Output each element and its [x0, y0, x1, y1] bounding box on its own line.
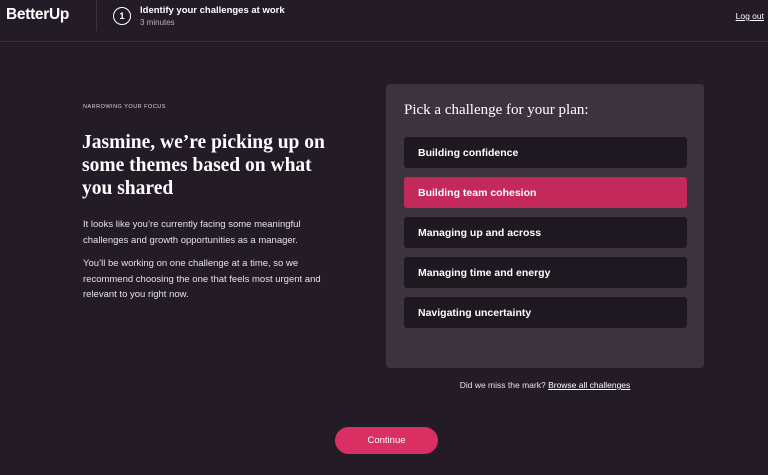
challenge-option-navigating-uncertainty[interactable]: Navigating uncertainty — [404, 297, 687, 328]
continue-button[interactable]: Continue — [335, 427, 438, 454]
challenge-option-building-confidence[interactable]: Building confidence — [404, 137, 687, 168]
betterup-logo[interactable]: BetterUp — [6, 6, 69, 24]
challenge-panel: Pick a challenge for your plan: Building… — [386, 84, 704, 368]
top-bar: BetterUp 1 Identify your challenges at w… — [0, 0, 768, 42]
challenge-option-building-team-cohesion[interactable]: Building team cohesion — [404, 177, 687, 208]
step-duration: 3 minutes — [140, 18, 175, 27]
panel-title: Pick a challenge for your plan: — [404, 102, 589, 118]
page-headline: Jasmine, we’re picking up on some themes… — [82, 132, 325, 199]
step-title: Identify your challenges at work — [140, 5, 285, 16]
logout-link[interactable]: Log out — [736, 11, 764, 21]
intro-paragraph-1: It looks like you’re currently facing so… — [83, 219, 301, 246]
header-divider — [96, 0, 97, 31]
challenge-option-managing-up-and-across[interactable]: Managing up and across — [404, 217, 687, 248]
challenge-option-managing-time-and-energy[interactable]: Managing time and energy — [404, 257, 687, 288]
section-eyebrow: NARROWING YOUR FOCUS — [83, 104, 166, 110]
miss-the-mark-text: Did we miss the mark? — [459, 380, 546, 390]
miss-the-mark-line: Did we miss the mark? Browse all challen… — [386, 380, 704, 390]
step-number-badge: 1 — [113, 7, 131, 25]
intro-paragraph-2: You’ll be working on one challenge at a … — [83, 258, 321, 300]
browse-all-challenges-link[interactable]: Browse all challenges — [548, 380, 630, 390]
